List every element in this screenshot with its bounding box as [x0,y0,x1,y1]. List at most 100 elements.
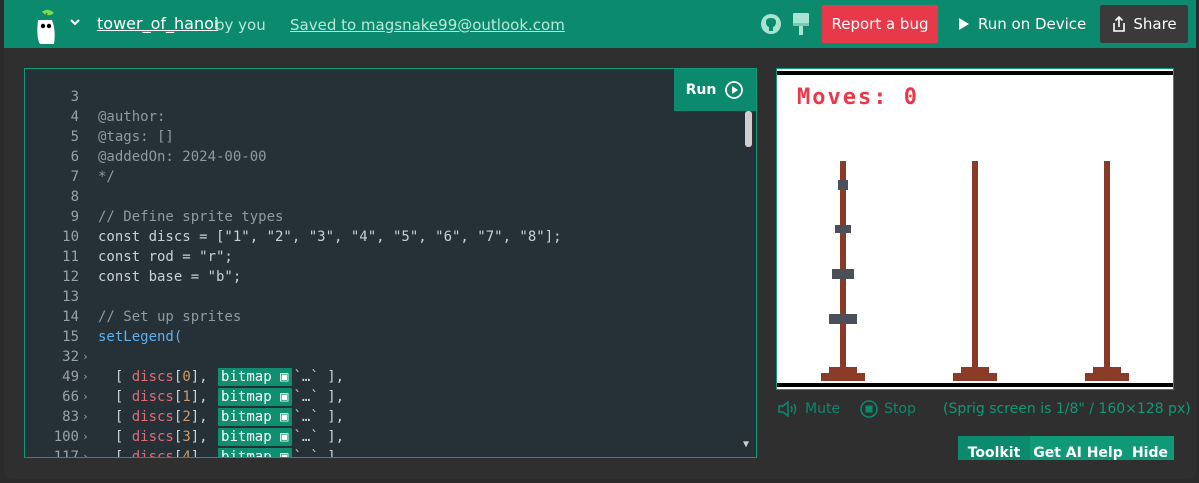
brush-icon[interactable] [792,12,810,36]
code-text: @addedOn: 2024-00-00 [98,149,267,165]
mute-button[interactable]: Mute [777,401,840,417]
code-line[interactable]: 11 const base = "b"; [25,227,241,285]
code-text: @author: [98,109,166,125]
code-text: const discs = ["1", "2", "3", "4", "5", … [98,229,562,245]
game-controls: Mute Stop [777,400,936,418]
run-button[interactable]: Run [674,69,756,111]
moves-counter: Moves: 0 [797,85,919,110]
bitmap-chip[interactable]: bitmap ▣ [218,368,292,386]
report-bug-button[interactable]: Report a bug [822,5,938,43]
github-icon[interactable] [760,13,782,35]
legend-row[interactable]: 15 › [ discs[0], bitmap ▣ `…` ], [25,307,344,386]
play-circle-icon [725,81,744,99]
fold-chevron-icon[interactable]: › [82,387,89,407]
fold-chevron-icon[interactable]: › [82,447,89,457]
disc-index: 1 [182,389,191,405]
legend-row[interactable]: 49 › [ discs[2], bitmap ▣ `…` ], [25,347,344,426]
image-icon: ▣ [280,389,289,405]
game-border-bottom [777,383,1173,387]
stop-icon [860,400,878,418]
code-line[interactable]: 7 [25,147,79,185]
bitmap-label: bitmap [221,409,272,425]
disc-2[interactable] [835,225,851,233]
game-screen[interactable]: Moves: 0 [776,68,1174,390]
project-name-link[interactable]: tower_of_hanoi [97,14,218,33]
top-bar: tower_of_hanoi by you Saved to magsnake9… [4,0,1196,48]
play-icon [959,18,969,30]
image-icon: ▣ [280,429,289,445]
code-text: setLegend( [98,329,183,345]
tab-ai-help[interactable]: Get AI Help [1030,436,1126,461]
code-line[interactable]: 8 // Define sprite types [25,167,284,225]
disc-index: 2 [182,409,191,425]
fold-chevron-icon[interactable]: › [82,407,89,427]
code-line[interactable]: 5 @addedOn: 2024-00-00 [25,107,267,165]
stop-button[interactable]: Stop [860,400,916,418]
scroll-down-icon[interactable]: ▼ [743,439,749,450]
rod-1-base [821,373,865,381]
bitmap-label: bitmap [221,449,272,458]
disc-index: 0 [182,369,191,385]
disc-index: 4 [182,449,191,458]
code-line[interactable]: 3 @author: [25,69,166,125]
disc-index: 3 [182,429,191,445]
run-label: Run [685,82,717,98]
code-line[interactable]: 6 */ [25,127,115,185]
code-text: */ [98,169,115,185]
code-editor[interactable]: 3 @author: 4 @tags: [] 5 @addedOn: 2024-… [24,68,757,458]
disc-3[interactable] [832,269,854,279]
editor-scrollbar-thumb[interactable] [745,111,752,147]
legend-row[interactable]: 117 › [ discs[6], bitmap ▣`…` ], [25,427,79,457]
bitmap-chip[interactable]: bitmap ▣ [218,428,292,446]
screen-info: (Sprig screen is 1/8" / 160×128 px) [943,401,1191,417]
rod-1 [840,161,846,373]
bitmap-chip[interactable]: bitmap ▣ [218,408,292,426]
line-number: 117 [53,449,79,458]
rod-3-base [1085,373,1129,381]
disc-1[interactable] [838,180,848,190]
tab-toolkit[interactable]: Toolkit [958,436,1030,461]
code-line[interactable]: 4 @tags: [] [25,87,174,145]
code-line[interactable]: 10 const rod = "r"; [25,207,233,265]
bitmap-chip[interactable]: bitmap ▣ [218,448,292,458]
code-line[interactable]: 13 // Set up sprites [25,267,241,325]
share-label: Share [1133,15,1177,33]
fold-chevron-icon[interactable]: › [82,367,89,387]
disc-4[interactable] [829,314,857,324]
game-border-top [777,71,1173,75]
code-line[interactable]: 14 setLegend( [25,287,182,345]
bitmap-label: bitmap [221,429,272,445]
share-icon [1113,16,1126,32]
fold-chevron-icon[interactable]: › [82,427,89,447]
legend-row[interactable]: 100 › [ discs[5], bitmap ▣`…` ], [25,407,89,457]
legend-row[interactable]: 83 › [ discs[4], bitmap ▣ `…` ], [25,387,344,457]
image-icon: ▣ [280,449,289,458]
sprig-logo-icon[interactable] [30,8,64,46]
fold-chevron-icon[interactable]: › [82,347,89,367]
run-on-device-button[interactable]: Run on Device [958,5,1086,43]
speaker-icon [778,401,797,417]
owner-label: by you [215,16,266,34]
bitmap-label: bitmap [221,389,272,405]
chevron-down-icon[interactable] [68,15,82,29]
code-text: @tags: [] [98,129,174,145]
rod-2 [972,161,978,373]
code-line[interactable]: 9 const discs = ["1", "2", "3", "4", "5"… [25,187,562,245]
saved-status-link[interactable]: Saved to magsnake99@outlook.com [290,16,565,34]
code-text: const base = "b"; [98,269,242,285]
tab-hide[interactable]: Hide [1126,436,1174,461]
run-on-device-label: Run on Device [978,15,1087,33]
bitmap-chip[interactable]: bitmap ▣ [218,388,292,406]
stop-label: Stop [884,401,916,417]
code-line[interactable]: 12 [25,247,79,285]
image-icon: ▣ [280,409,289,425]
code-text: // Set up sprites [98,309,242,325]
bitmap-label: bitmap [221,369,272,385]
share-button[interactable]: Share [1100,5,1188,43]
legend-row[interactable]: 32 › [ discs[1], bitmap ▣ `…` ], [25,327,344,406]
rod-2-base [953,373,997,381]
code-text: // Define sprite types [98,209,284,225]
rod-3 [1104,161,1110,373]
mute-label: Mute [805,401,841,417]
legend-row[interactable]: 66 › [ discs[3], bitmap ▣ `…` ], [25,367,344,446]
